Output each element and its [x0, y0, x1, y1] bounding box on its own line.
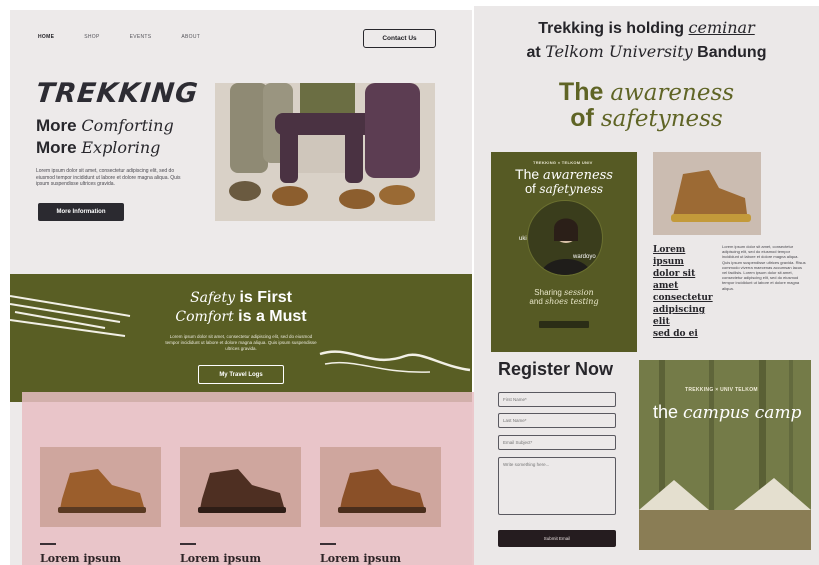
- nav-item-events[interactable]: EVENTS: [130, 34, 152, 40]
- poster-subtitle-2-plain: and: [529, 297, 543, 306]
- last-name-field[interactable]: [498, 413, 616, 428]
- poster-title-1-plain: The: [515, 166, 540, 182]
- hero-tagline-2-bold: More: [36, 138, 77, 157]
- event-title-1-italic: ceminar: [688, 18, 755, 37]
- camp-title: the campus camp: [653, 402, 801, 423]
- feature-heading-line: consectetur: [653, 293, 713, 303]
- hero-photo: [215, 83, 435, 221]
- campus-camp-card[interactable]: TREKKING × UNIV TELKOM the campus camp: [639, 360, 811, 550]
- camp-title-italic: campus camp: [683, 403, 802, 423]
- event-title-1-bold: Trekking is holding: [538, 20, 685, 37]
- register-title: Register Now: [498, 359, 614, 379]
- feature-heading-line: dolor sit amet: [653, 269, 696, 291]
- seminar-poster[interactable]: TREKKING × TELKOM UNIV The awareness of …: [491, 152, 637, 352]
- safety-paragraph: Lorem ipsum dolor sit amet, consectetur …: [165, 334, 317, 351]
- product-divider: [180, 543, 196, 545]
- my-travel-logs-button[interactable]: My Travel Logs: [198, 365, 284, 384]
- speaker-first-name: uki: [519, 236, 527, 242]
- feature-heading-line: adipiscing elit: [653, 305, 706, 327]
- event-title-1: Trekking is holding ceminar: [474, 18, 819, 38]
- safety-heading-2: Comfort is a Must: [10, 308, 472, 326]
- hero-tagline-1: More Comforting: [36, 116, 174, 136]
- awareness-heading-1-bold: The: [558, 78, 604, 106]
- camp-title-plain: the: [653, 402, 679, 422]
- first-name-field[interactable]: [498, 392, 616, 407]
- boot-image: [671, 170, 751, 222]
- event-title-2-italic: Telkom University: [545, 42, 693, 61]
- poster-title-2: of safetyness: [491, 181, 637, 196]
- hero-tagline-2-italic: Exploring: [81, 138, 161, 157]
- hero-tagline-1-bold: More: [36, 116, 77, 135]
- product-name-3[interactable]: Lorem ipsum: [320, 552, 401, 565]
- email-subject-field[interactable]: [498, 435, 616, 450]
- poster-subtitle-2-italic: shoes testing: [545, 297, 599, 306]
- awareness-heading-2-bold: of: [570, 104, 594, 132]
- product-name-1[interactable]: Lorem ipsum: [40, 552, 121, 565]
- boot-image: [338, 469, 426, 513]
- featured-boot-photo: [653, 152, 761, 235]
- safety-heading-2-italic: Comfort: [175, 309, 234, 325]
- hero-paragraph: Lorem ipsum dolor sit amet, consectetur …: [36, 168, 181, 187]
- event-page-right: Trekking is holding ceminar at Telkom Un…: [474, 6, 819, 565]
- safety-heading-1-italic: Safety: [190, 290, 236, 306]
- speaker-photo: [527, 200, 603, 276]
- hero-tagline-2: More Exploring: [36, 138, 160, 158]
- boot-image: [58, 469, 146, 513]
- safety-heading-2-bold: is a Must: [238, 308, 307, 325]
- message-field[interactable]: [498, 457, 616, 515]
- event-title-2: at Telkom University Bandung: [474, 42, 819, 62]
- boot-image: [198, 469, 286, 513]
- poster-button[interactable]: [539, 321, 589, 328]
- product-divider: [40, 543, 56, 545]
- awareness-heading-2-italic: safetyness: [600, 106, 723, 132]
- more-information-button[interactable]: More Information: [38, 203, 124, 221]
- nav-item-home[interactable]: HOME: [38, 34, 54, 40]
- feature-heading-line: Lorem ipsum: [653, 245, 686, 267]
- product-card-1[interactable]: [40, 447, 161, 527]
- awareness-heading-1: The awareness: [474, 78, 819, 107]
- event-title-2-pre: at: [526, 44, 541, 61]
- feature-paragraph: Lorem ipsum dolor sit amet, consectetur …: [722, 244, 806, 291]
- poster-title-2-plain: of: [524, 181, 536, 196]
- nav-item-shop[interactable]: SHOP: [84, 34, 99, 40]
- contact-us-button[interactable]: Contact Us: [363, 29, 436, 48]
- poster-tag: TREKKING × TELKOM UNIV: [533, 160, 593, 165]
- feature-heading-line: sed do ei: [653, 329, 698, 339]
- product-divider: [320, 543, 336, 545]
- product-card-3[interactable]: [320, 447, 441, 527]
- awareness-heading-1-italic: awareness: [610, 80, 735, 106]
- product-name-2[interactable]: Lorem ipsum: [180, 552, 261, 565]
- brand-logo: TREKKING: [34, 78, 200, 109]
- safety-heading-1-bold: is First: [239, 289, 292, 306]
- hero-tagline-1-italic: Comforting: [81, 116, 174, 135]
- product-card-2[interactable]: [180, 447, 301, 527]
- speaker-last-name: wardoyo: [573, 254, 596, 260]
- poster-subtitle-1-plain: Sharing: [534, 288, 562, 297]
- safety-heading-1: Safety is First: [10, 289, 472, 307]
- top-nav: HOME SHOP EVENTS ABOUT: [38, 34, 230, 40]
- submit-email-button[interactable]: Submit Email: [498, 530, 616, 547]
- poster-subtitle-1-italic: session: [564, 288, 594, 297]
- poster-subtitle: Sharing session and shoes testing: [491, 288, 637, 306]
- speaker-avatar-icon: [540, 218, 592, 275]
- poster-title-2-italic: safetyness: [539, 182, 604, 196]
- awareness-heading-2: of safetyness: [474, 104, 819, 133]
- event-title-2-post: Bandung: [697, 44, 767, 61]
- camp-tag: TREKKING × UNIV TELKOM: [685, 387, 758, 393]
- safety-banner: Safety is First Comfort is a Must Lorem …: [10, 274, 472, 402]
- nav-item-about[interactable]: ABOUT: [181, 34, 200, 40]
- feature-heading: Lorem ipsum dolor sit amet consectetur a…: [653, 244, 717, 340]
- hero-photo-illustration: [215, 83, 435, 221]
